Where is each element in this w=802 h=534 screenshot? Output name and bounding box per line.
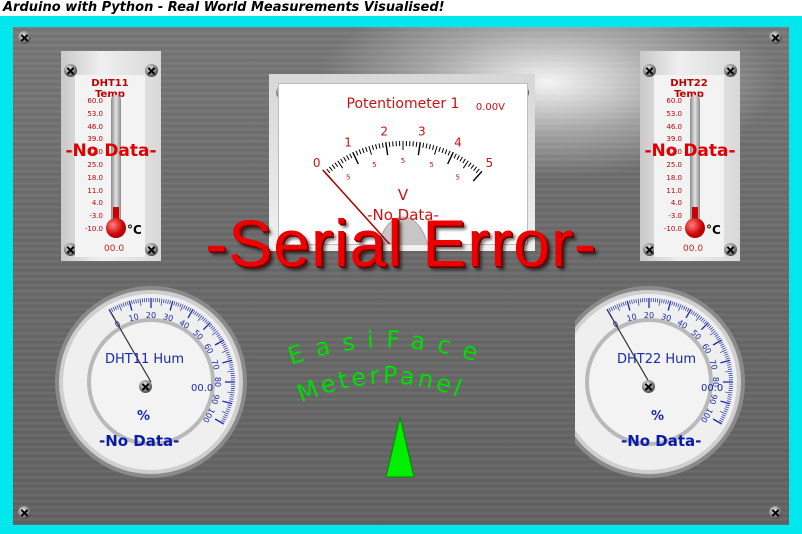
voltmeter-tick — [388, 141, 391, 147]
voltmeter-tick — [355, 150, 359, 156]
voltmeter-tick — [365, 146, 368, 152]
humidity-unit: % — [137, 409, 151, 424]
voltmeter-tick — [422, 142, 425, 148]
voltmeter-tick — [475, 168, 480, 174]
humidity-dial: 0102030405060708090100 — [55, 286, 247, 478]
voltmeter-minor-label: 5 — [372, 161, 376, 169]
voltmeter-tick — [349, 153, 353, 159]
voltmeter-tick — [417, 142, 421, 156]
voltmeter-tick — [368, 145, 372, 155]
voltmeter-tick-label: 2 — [380, 124, 388, 138]
voltmeter-minor-label: 5 — [456, 174, 460, 182]
humidity-unit: % — [651, 409, 665, 424]
voltmeter-tick-label: 5 — [485, 156, 493, 170]
voltmeter-tick-label: 1 — [344, 135, 352, 149]
voltmeter-tick — [473, 166, 478, 172]
voltmeter-tick — [385, 142, 389, 156]
screw-icon — [642, 380, 655, 393]
thermometer-status: -No Data- — [644, 141, 736, 161]
easiface-logo: EasiFace MeterPanel — [285, 327, 481, 478]
voltmeter-tick — [434, 145, 438, 155]
humidity-gauge-dht22: 0102030405060708090100 DHT22 Hum 00.0 % … — [575, 282, 775, 482]
screw-icon — [145, 64, 158, 77]
humidity-status: -No Data- — [99, 432, 180, 450]
screw-icon — [139, 380, 152, 393]
voltmeter-minor-label: 5 — [401, 157, 405, 165]
voltmeter-tick — [358, 149, 362, 155]
voltmeter-tick — [431, 144, 435, 151]
voltmeter-tick — [438, 146, 441, 152]
voltmeter-tick-label: 0 — [313, 156, 321, 170]
voltmeter-minor-label: 5 — [346, 174, 350, 182]
voltmeter-tick — [371, 144, 375, 151]
voltmeter-tick — [472, 170, 483, 182]
voltmeter-tick — [441, 148, 445, 154]
humidity-title: DHT22 Hum — [617, 352, 697, 367]
voltmeter-tick — [425, 143, 428, 149]
voltmeter-tick — [444, 149, 448, 155]
screw-icon — [18, 31, 31, 44]
humidity-title: DHT11 Hum — [105, 352, 185, 367]
dial-tick-label: 80 — [213, 377, 222, 387]
voltmeter-tick — [381, 142, 384, 148]
voltmeter-tick — [331, 164, 336, 170]
voltmeter-tick — [428, 144, 431, 150]
pointer-triangle-icon — [385, 416, 415, 478]
voltmeter-tick — [361, 148, 365, 154]
dial-tick-label: 20 — [146, 311, 156, 320]
humidity-gauge-dht11: 0102030405060708090100 DHT11 Hum 00.0 % … — [51, 282, 251, 482]
serial-error-banner: -Serial Error- — [205, 206, 597, 280]
voltmeter-minor-label: 5 — [429, 161, 433, 169]
humidity-dial: 0102030405060708090100 — [575, 286, 745, 478]
voltmeter-tick — [447, 150, 451, 156]
voltmeter-tick — [328, 166, 333, 172]
voltmeter-tick — [346, 155, 350, 160]
voltmeter-tick — [378, 143, 381, 149]
logo-line2: MeterPanel — [293, 361, 468, 408]
voltmeter-tick — [456, 155, 460, 160]
humidity-value: 00.0 — [191, 383, 214, 394]
voltmeter-tick-label: 3 — [418, 124, 426, 138]
humidity-value: 00.0 — [701, 383, 724, 394]
voltmeter-tick — [462, 158, 466, 164]
screw-icon — [769, 506, 782, 519]
thermometer-status: -No Data- — [65, 141, 157, 161]
screw-icon — [769, 31, 782, 44]
window-title: Arduino with Python - Real World Measure… — [0, 0, 802, 16]
humidity-status: -No Data- — [621, 432, 702, 450]
screw-icon — [18, 506, 31, 519]
voltmeter-tick — [334, 162, 339, 168]
voltmeter-tick — [459, 156, 463, 162]
voltmeter-unit: V — [397, 186, 409, 204]
voltmeter-tick — [326, 168, 331, 174]
voltmeter-tick — [415, 141, 418, 147]
voltmeter-tick — [470, 164, 475, 170]
voltmeter-tick-label: 4 — [454, 135, 462, 149]
voltmeter-tick — [375, 144, 378, 150]
meter-panel: DHT11 Temp 60.0 53.0 46.0 39.0 32.0 25.0 18.0 1… — [13, 27, 789, 525]
voltmeter-tick — [343, 156, 347, 162]
voltmeter-tick — [453, 153, 457, 159]
voltmeter-tick — [340, 158, 344, 164]
screw-icon — [724, 64, 737, 77]
voltmeter-tick — [467, 162, 472, 168]
dial-tick-label: 20 — [644, 311, 654, 320]
